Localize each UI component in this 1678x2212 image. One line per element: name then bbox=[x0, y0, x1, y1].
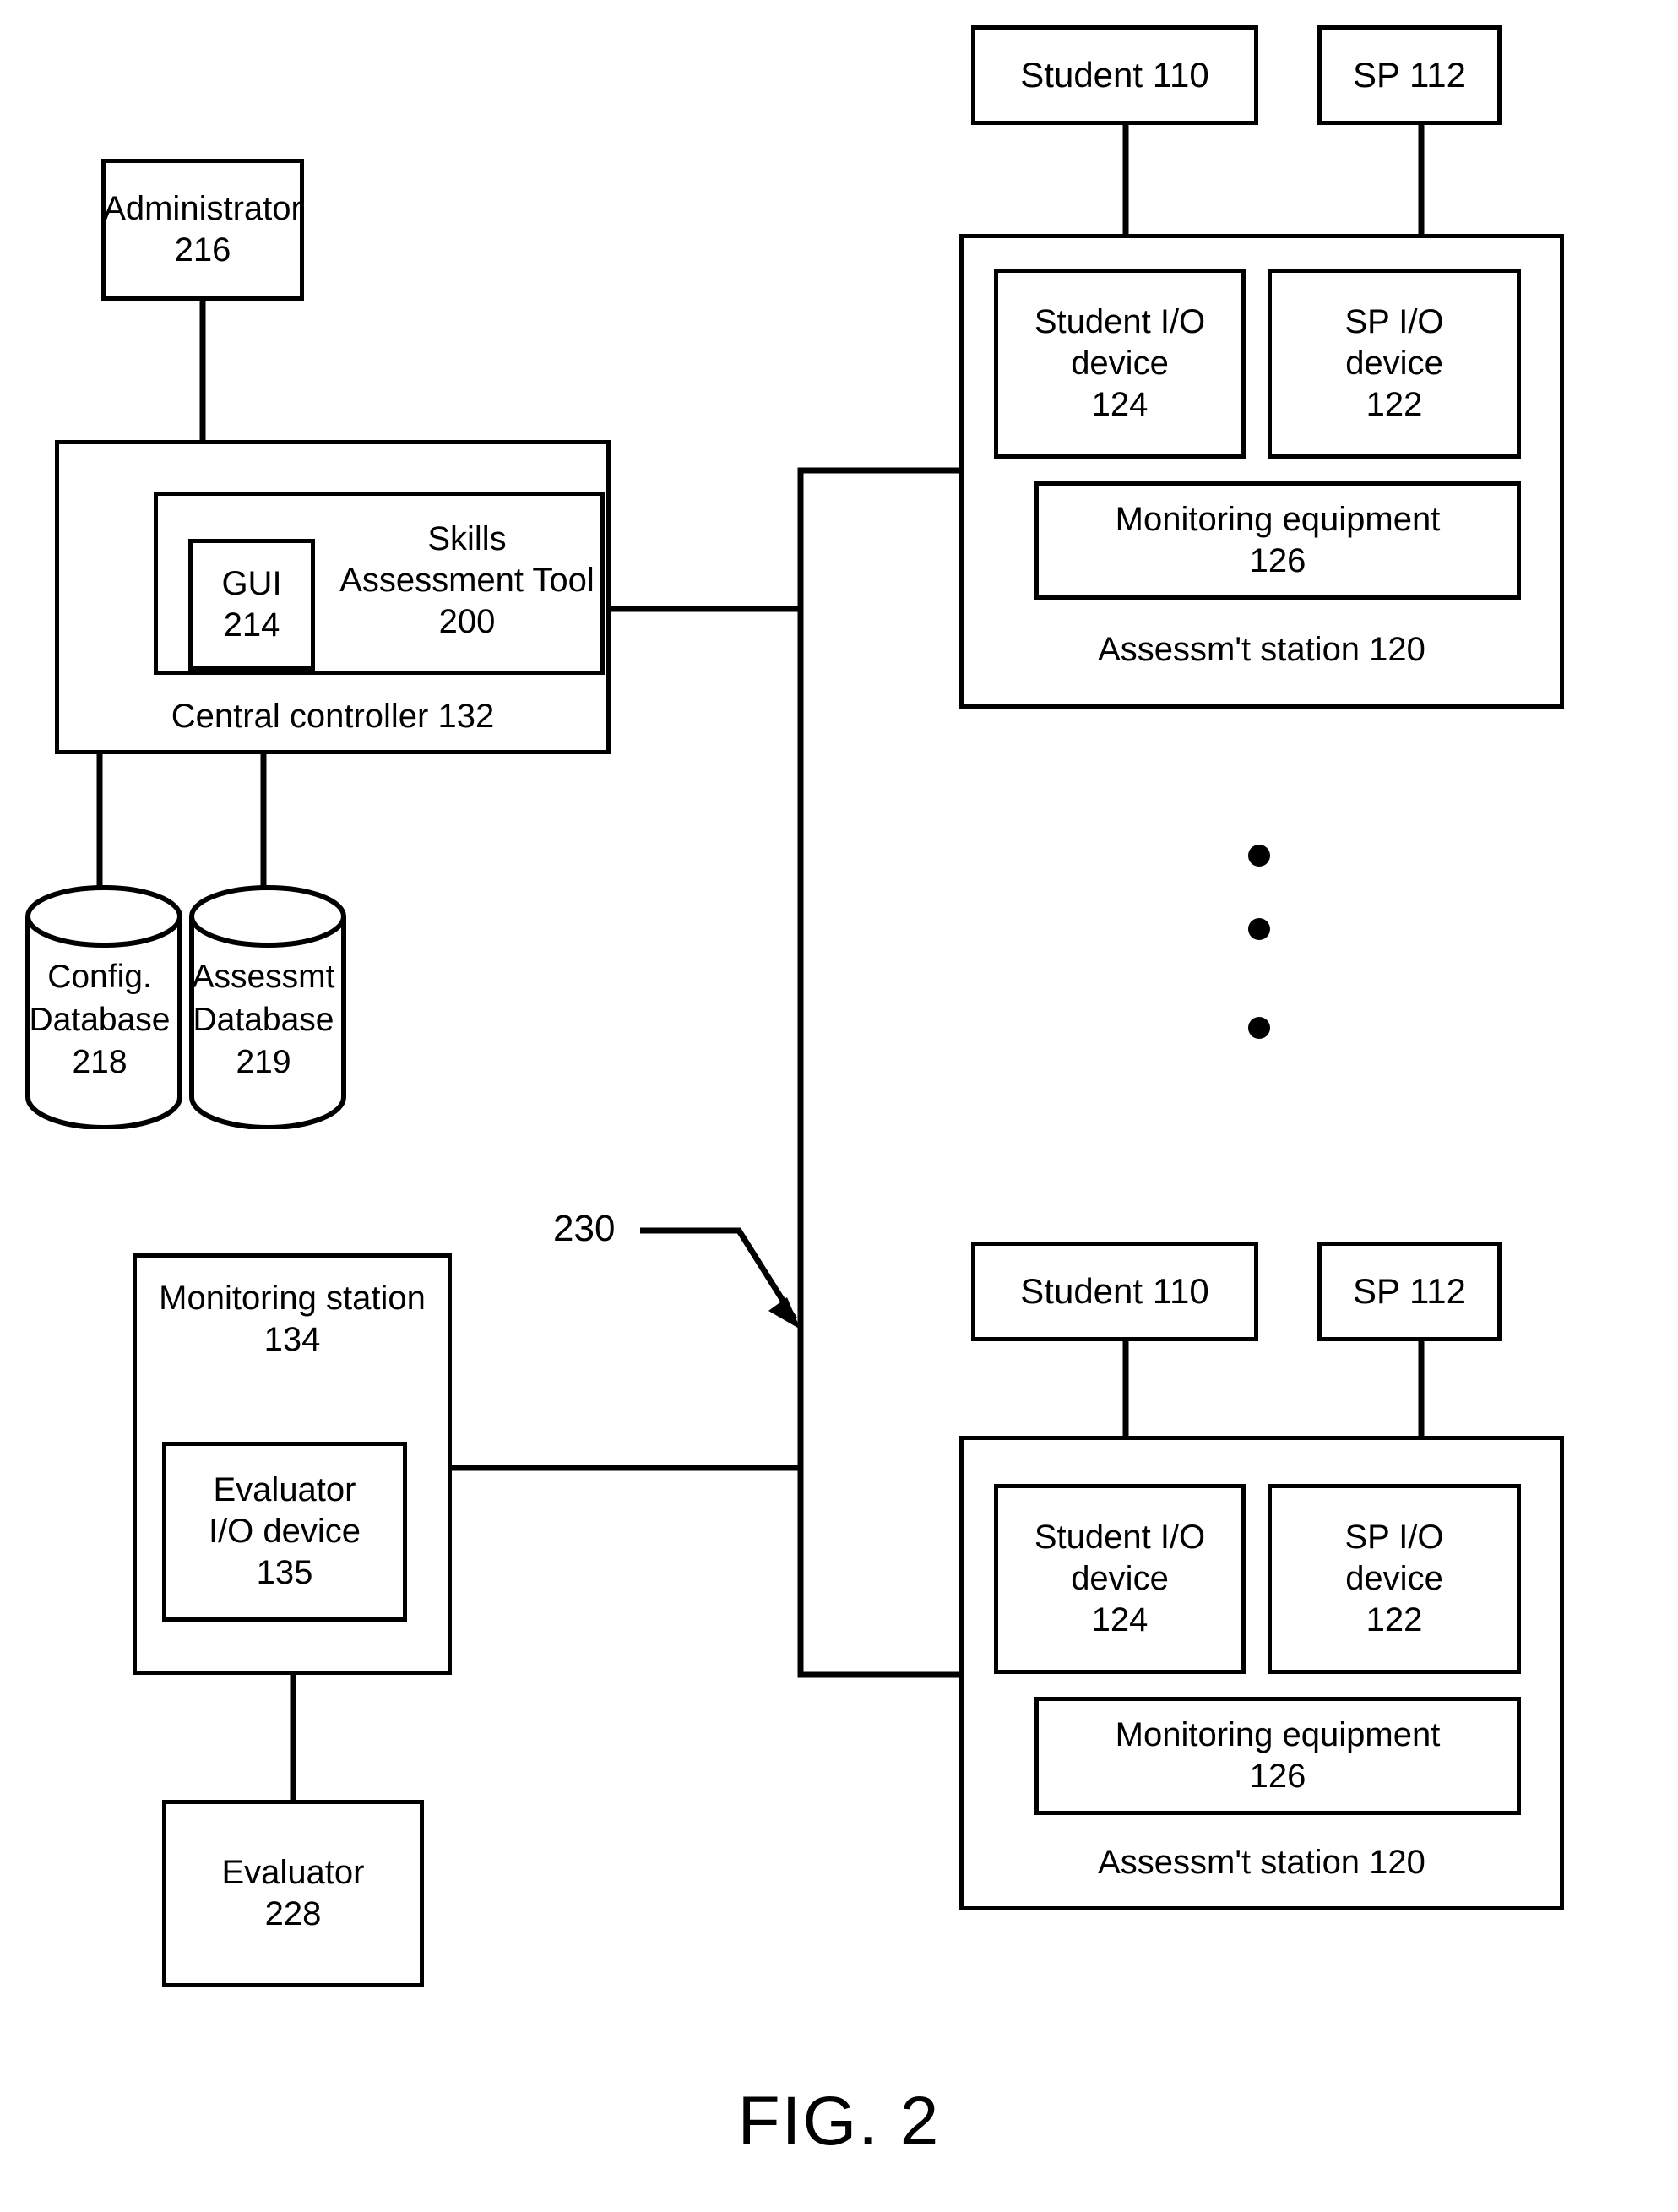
evaluator-io-device-box: Evaluator I/O device 135 bbox=[162, 1442, 407, 1622]
patent-figure-2: Administrator 216 GUI 214 Skills Assessm… bbox=[0, 0, 1678, 2212]
assessment-station-2: Student I/O device 124 SP I/O device 122… bbox=[959, 1436, 1564, 1910]
station-2-monitoring-equipment-box: Monitoring equipment 126 bbox=[1034, 1697, 1521, 1815]
callout-230-arrowhead bbox=[768, 1297, 801, 1329]
callout-230-leader bbox=[640, 1227, 797, 1321]
config-database-label: Config. Database 218 bbox=[29, 959, 171, 1081]
evaluator-label: Evaluator bbox=[221, 1854, 365, 1892]
station-1-monitoring-equipment-box: Monitoring equipment 126 bbox=[1034, 481, 1521, 600]
station-2-sp-io-box: SP I/O device 122 bbox=[1268, 1484, 1521, 1674]
station-2-student-io-box: Student I/O device 124 bbox=[994, 1484, 1246, 1674]
administrator-box: Administrator 216 bbox=[101, 159, 304, 301]
gui-ref: 214 bbox=[223, 606, 280, 644]
evaluator-box: Evaluator 228 bbox=[162, 1800, 424, 1987]
gui-label: GUI bbox=[221, 565, 282, 603]
administrator-ref: 216 bbox=[174, 231, 231, 269]
station-2-sp-box: SP 112 bbox=[1317, 1242, 1502, 1341]
gui-box: GUI 214 bbox=[188, 539, 315, 671]
station-1-sp-io-box: SP I/O device 122 bbox=[1268, 269, 1521, 459]
assessment-station-1: Student I/O device 124 SP I/O device 122… bbox=[959, 234, 1564, 709]
station-1-sp-box: SP 112 bbox=[1317, 25, 1502, 125]
figure-caption: FIG. 2 bbox=[737, 2083, 941, 2160]
central-controller-label: Central controller 132 bbox=[171, 698, 495, 735]
evaluator-ref: 228 bbox=[264, 1895, 322, 1932]
station-1-label: Assessm't station 120 bbox=[1098, 631, 1425, 668]
callout-230-label: 230 bbox=[553, 1208, 616, 1249]
monitoring-station-label: Monitoring station 134 bbox=[159, 1280, 426, 1358]
station-2-label: Assessm't station 120 bbox=[1098, 1844, 1425, 1881]
ellipsis-dot-2 bbox=[1248, 918, 1270, 940]
monitoring-station-box: Monitoring station 134 Evaluator I/O dev… bbox=[133, 1253, 452, 1675]
administrator-label: Administrator bbox=[103, 190, 302, 228]
stations-ellipsis bbox=[1248, 845, 1270, 1056]
assessmt-database-label: Assessmt Database 219 bbox=[192, 959, 335, 1081]
station-1-student-io-box: Student I/O device 124 bbox=[994, 269, 1246, 459]
central-controller-box: GUI 214 Skills Assessment Tool 200 Centr… bbox=[55, 440, 611, 754]
ellipsis-dot-3 bbox=[1248, 1017, 1270, 1039]
skills-assessment-tool-box: GUI 214 Skills Assessment Tool 200 bbox=[154, 492, 605, 675]
ellipsis-dot-1 bbox=[1248, 845, 1270, 867]
station-1-student-box: Student 110 bbox=[971, 25, 1258, 125]
station-2-student-box: Student 110 bbox=[971, 1242, 1258, 1341]
skills-assessment-tool-label: Skills Assessment Tool 200 bbox=[339, 520, 595, 640]
